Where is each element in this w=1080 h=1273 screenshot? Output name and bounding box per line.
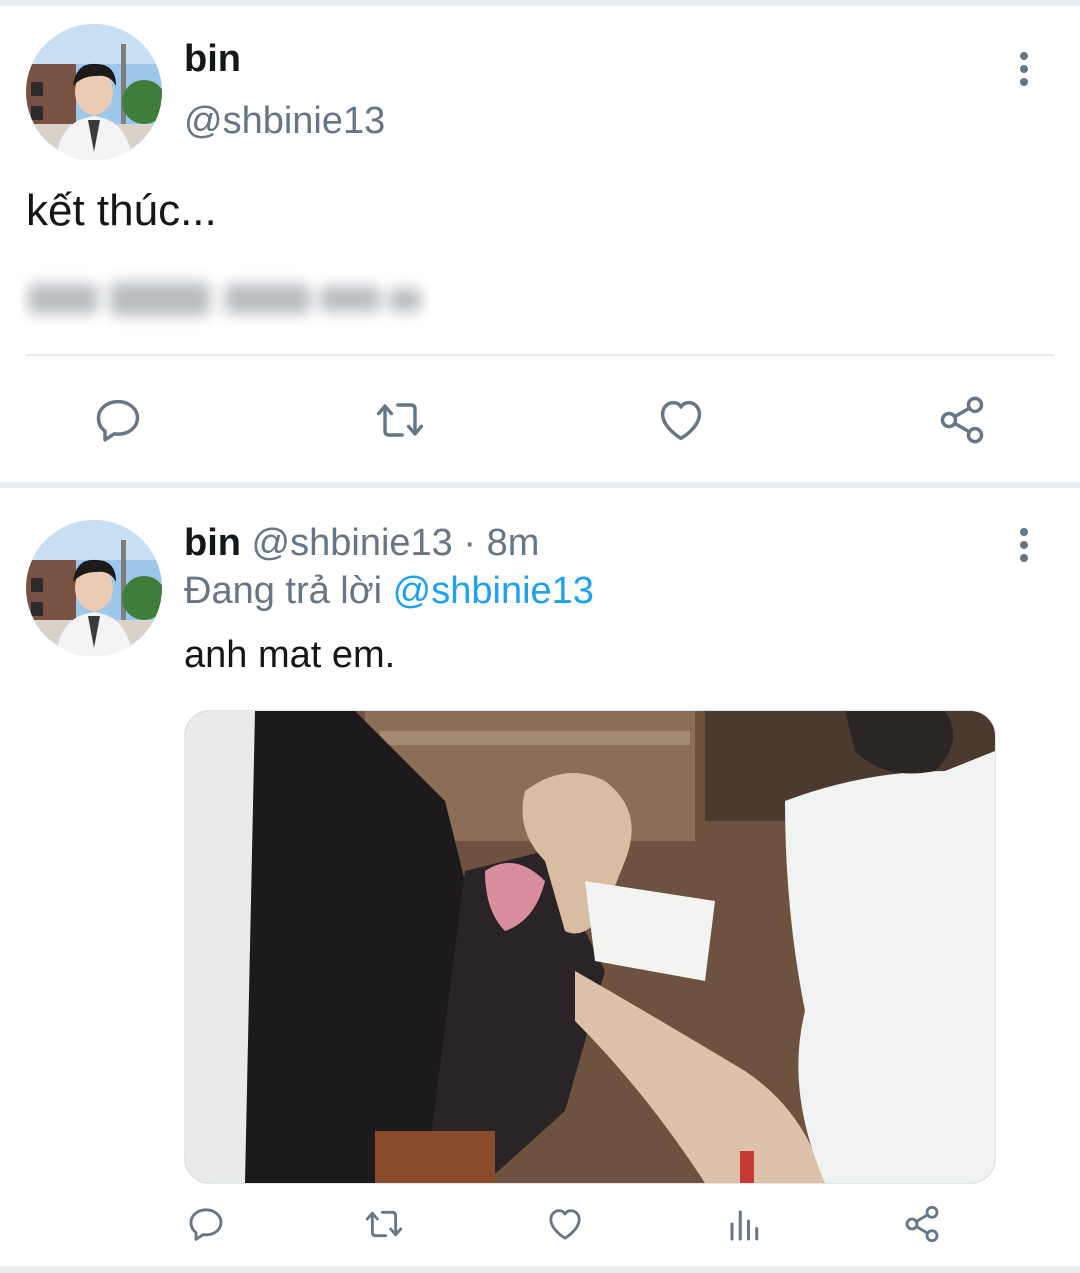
user-handle[interactable]: @shbinie13 bbox=[252, 522, 453, 564]
tweet-separator bbox=[0, 482, 1080, 488]
avatar[interactable] bbox=[26, 520, 162, 656]
replying-to-label: Đang trả lời bbox=[184, 570, 383, 612]
tweet-text: kết thúc... bbox=[26, 186, 217, 235]
replying-to: Đang trả lời @shbinie13 bbox=[184, 570, 594, 613]
retweet-icon[interactable] bbox=[360, 1204, 408, 1244]
more-vertical-icon[interactable] bbox=[1014, 528, 1034, 564]
divider bbox=[26, 354, 1054, 356]
mention-link[interactable]: @shbinie13 bbox=[393, 570, 594, 612]
display-name[interactable]: bin bbox=[184, 522, 241, 564]
media-image[interactable] bbox=[184, 710, 996, 1184]
share-icon[interactable] bbox=[936, 394, 988, 446]
reply-icon[interactable] bbox=[186, 1204, 226, 1244]
like-icon[interactable] bbox=[654, 394, 708, 446]
retweet-icon[interactable] bbox=[370, 394, 430, 446]
blurred-text bbox=[20, 268, 430, 332]
bottom-divider bbox=[0, 1266, 1080, 1273]
analytics-icon[interactable] bbox=[726, 1204, 762, 1244]
reply-icon[interactable] bbox=[92, 394, 144, 446]
avatar[interactable] bbox=[26, 24, 162, 160]
top-divider bbox=[0, 0, 1080, 6]
display-name[interactable]: bin bbox=[184, 38, 241, 81]
timestamp[interactable]: 8m bbox=[487, 522, 540, 564]
tweet-header: bin @shbinie13 · 8m bbox=[184, 522, 539, 565]
share-icon[interactable] bbox=[902, 1204, 942, 1244]
more-vertical-icon[interactable] bbox=[1014, 52, 1034, 88]
like-icon[interactable] bbox=[544, 1204, 586, 1244]
tweet-text: anh mat em. bbox=[184, 634, 396, 676]
dot-separator: · bbox=[463, 522, 477, 564]
user-handle[interactable]: @shbinie13 bbox=[184, 100, 385, 143]
